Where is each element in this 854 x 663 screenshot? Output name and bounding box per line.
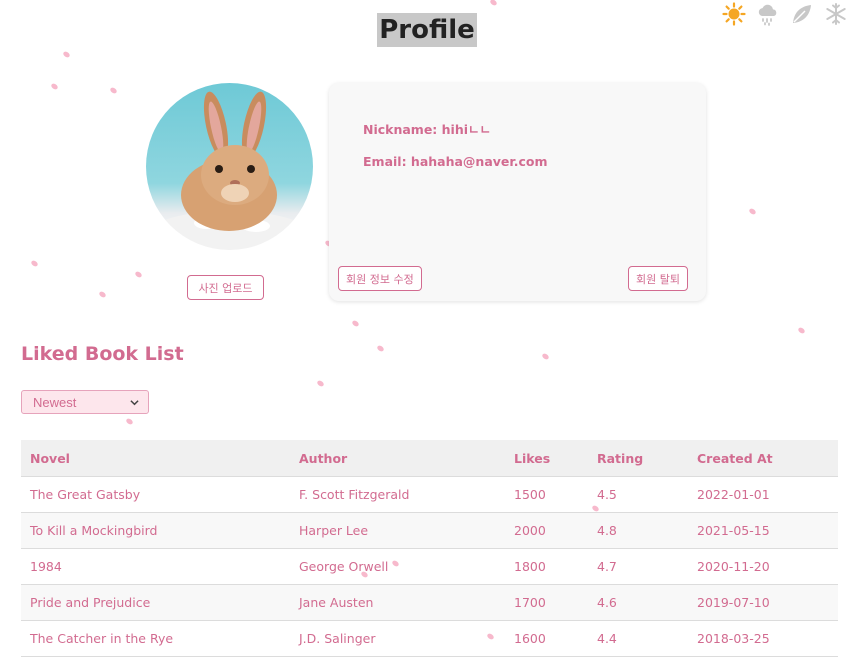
petal-decoration — [316, 379, 325, 388]
weather-selector — [722, 2, 848, 26]
petal-decoration — [797, 326, 806, 335]
cell-created-at: 2020-11-20 — [688, 548, 838, 585]
liked-books-table: Novel Author Likes Rating Created At The… — [21, 440, 838, 657]
cell-author: Harper Lee — [290, 512, 505, 549]
petal-decoration — [489, 0, 498, 7]
petal-decoration — [109, 86, 118, 95]
cell-likes: 1600 — [505, 620, 588, 657]
petal-decoration — [351, 319, 360, 328]
edit-profile-button[interactable]: 회원 정보 수정 — [338, 266, 422, 291]
cell-rating: 4.6 — [588, 584, 688, 621]
cell-rating: 4.8 — [588, 512, 688, 549]
petal-decoration — [62, 50, 71, 59]
cell-rating: 4.4 — [588, 620, 688, 657]
leaf-icon[interactable] — [790, 2, 814, 26]
nickname-text: Nickname: hihiㄴㄴ — [363, 122, 492, 137]
sort-select[interactable]: Newest — [21, 390, 149, 414]
column-header-likes[interactable]: Likes — [505, 440, 588, 477]
cell-novel[interactable]: To Kill a Mockingbird — [21, 512, 290, 549]
sun-icon[interactable] — [722, 2, 746, 26]
column-header-created-at[interactable]: Created At — [688, 440, 838, 477]
cell-likes: 1500 — [505, 476, 588, 513]
chevron-down-icon — [130, 400, 139, 406]
cell-likes: 2000 — [505, 512, 588, 549]
cell-rating: 4.7 — [588, 548, 688, 585]
cell-author: Jane Austen — [290, 584, 505, 621]
table-row[interactable]: The Catcher in the Rye J.D. Salinger 160… — [21, 620, 838, 657]
cell-novel[interactable]: Pride and Prejudice — [21, 584, 290, 621]
page-title: Profile — [377, 13, 477, 47]
rabbit-photo — [149, 91, 309, 250]
sort-select-value: Newest — [33, 394, 77, 410]
cell-created-at: 2019-07-10 — [688, 584, 838, 621]
profile-info-card: Nickname: hihiㄴㄴ Email: hahaha@naver.com… — [329, 83, 706, 301]
petal-decoration — [376, 344, 385, 353]
petal-decoration — [134, 270, 143, 279]
cell-likes: 1800 — [505, 548, 588, 585]
snowflake-icon[interactable] — [824, 2, 848, 26]
petal-decoration — [98, 290, 107, 299]
cell-author: J.D. Salinger — [290, 620, 505, 657]
table-row[interactable]: Pride and Prejudice Jane Austen 1700 4.6… — [21, 584, 838, 621]
column-header-rating[interactable]: Rating — [588, 440, 688, 477]
column-header-novel[interactable]: Novel — [21, 440, 290, 477]
cell-likes: 1700 — [505, 584, 588, 621]
table-row[interactable]: To Kill a Mockingbird Harper Lee 2000 4.… — [21, 512, 838, 549]
petal-decoration — [541, 352, 550, 361]
profile-avatar — [146, 83, 313, 250]
cell-created-at: 2018-03-25 — [688, 620, 838, 657]
cell-created-at: 2022-01-01 — [688, 476, 838, 513]
email-text: Email: hahaha@naver.com — [363, 154, 548, 169]
photo-upload-button[interactable]: 사진 업로드 — [187, 275, 264, 300]
cell-created-at: 2021-05-15 — [688, 512, 838, 549]
cell-rating: 4.5 — [588, 476, 688, 513]
table-row[interactable]: The Great Gatsby F. Scott Fitzgerald 150… — [21, 476, 838, 513]
column-header-author[interactable]: Author — [290, 440, 505, 477]
petal-decoration — [748, 207, 757, 216]
cell-novel[interactable]: The Great Gatsby — [21, 476, 290, 513]
withdraw-button[interactable]: 회원 탈퇴 — [628, 266, 688, 291]
table-row[interactable]: 1984 George Orwell 1800 4.7 2020-11-20 — [21, 548, 838, 585]
petal-decoration — [50, 82, 59, 91]
cell-novel[interactable]: The Catcher in the Rye — [21, 620, 290, 657]
table-header-row: Novel Author Likes Rating Created At — [21, 440, 838, 477]
petal-decoration — [30, 259, 39, 268]
rain-cloud-icon[interactable] — [756, 2, 780, 26]
cell-author: F. Scott Fitzgerald — [290, 476, 505, 513]
petal-decoration — [125, 417, 134, 426]
cell-novel[interactable]: 1984 — [21, 548, 290, 585]
liked-book-list-title: Liked Book List — [21, 343, 184, 365]
